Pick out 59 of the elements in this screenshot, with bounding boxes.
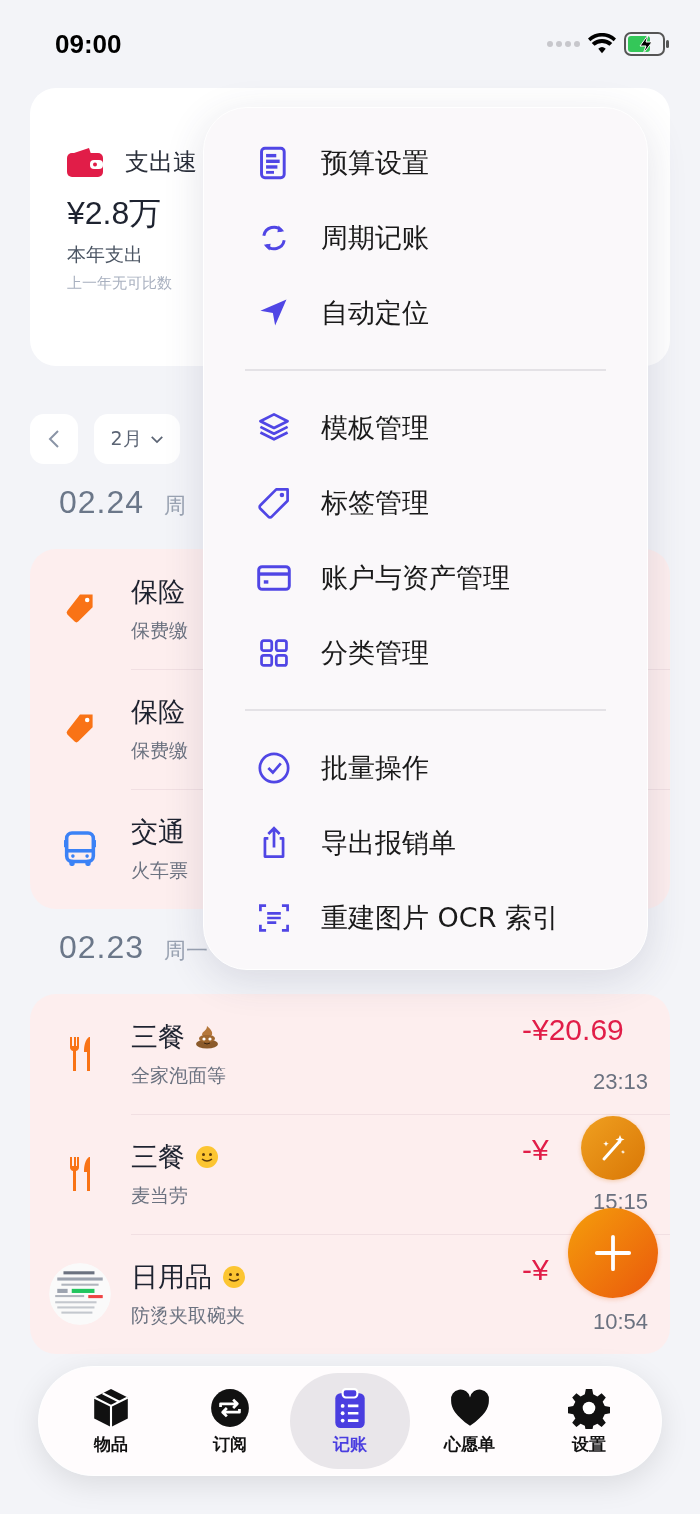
day-date: 02.24 xyxy=(59,484,145,521)
entry-time: 15:15 xyxy=(592,1189,648,1215)
tag-icon xyxy=(257,485,291,520)
caret-icon xyxy=(149,434,164,444)
tab-item[interactable]: 物品 xyxy=(51,1373,171,1469)
poo-icon xyxy=(195,1025,219,1049)
tab-item[interactable]: 记账 xyxy=(290,1373,410,1469)
summary-amount: ¥2.8万 xyxy=(67,194,163,233)
previous-button[interactable] xyxy=(30,414,78,464)
repeat-icon xyxy=(209,1386,252,1429)
entry-note: 全家泡面等 xyxy=(131,1063,227,1088)
summary-label: 本年支出 xyxy=(67,242,144,267)
wifi-icon xyxy=(588,33,616,55)
entry-note: 麦当劳 xyxy=(131,1183,189,1208)
status-time: 09:00 xyxy=(55,28,122,60)
entry-note: 保费缴 xyxy=(131,738,189,763)
menu-item[interactable]: 标签管理 xyxy=(204,465,647,540)
month-dropdown[interactable]: 2月 xyxy=(94,414,180,464)
entry-title: 日用品 xyxy=(131,1260,212,1294)
tab-item[interactable]: 订阅 xyxy=(170,1373,291,1469)
bus-icon xyxy=(63,831,96,867)
checkmark-circle-icon xyxy=(257,750,291,785)
summary-title: 支出速 xyxy=(125,147,197,178)
fork-knife-icon xyxy=(67,1156,92,1192)
menu-item[interactable]: 预算设置 xyxy=(204,125,647,200)
day-date: 02.23 xyxy=(59,929,145,966)
fork-knife-icon xyxy=(67,1036,92,1072)
entry-amount: -¥ xyxy=(522,1253,549,1287)
entry-time: 10:54 xyxy=(592,1309,648,1335)
plus-icon xyxy=(594,1234,632,1272)
entry-title: 保险 xyxy=(131,575,185,609)
menu-item[interactable]: 导出报销单 xyxy=(204,805,647,880)
smiley-icon xyxy=(195,1145,219,1169)
entry-title: 交通 xyxy=(131,815,185,849)
summary-note: 上一年无可比数 xyxy=(67,274,173,293)
entry-note: 保费缴 xyxy=(131,618,189,643)
tab-item[interactable]: 心愿单 xyxy=(409,1373,530,1469)
smiley-icon xyxy=(222,1265,246,1289)
entry-title: 保险 xyxy=(131,695,185,729)
wallet-icon xyxy=(67,147,103,177)
menu-item[interactable]: 周期记账 xyxy=(204,200,647,275)
entry-amount: -¥ xyxy=(522,1133,549,1167)
menu-item[interactable]: 模板管理 xyxy=(204,390,647,465)
settings-icon xyxy=(568,1386,611,1429)
entry-time: 23:13 xyxy=(592,1069,648,1095)
back-icon xyxy=(48,429,60,449)
menu-item[interactable]: 账户与资产管理 xyxy=(204,540,647,615)
entry-amount: -¥20.69 xyxy=(522,1013,624,1047)
tab-item[interactable]: 设置 xyxy=(529,1373,649,1469)
menu-item[interactable]: 自动定位 xyxy=(204,275,647,350)
entry-note: 防烫夹取碗夹 xyxy=(131,1303,246,1328)
day-weekday: 周 xyxy=(164,492,187,520)
menu-item[interactable]: 分类管理 xyxy=(204,615,647,690)
entry-title: 三餐 xyxy=(131,1020,185,1054)
battery-icon xyxy=(624,32,670,56)
entry-note: 火车票 xyxy=(131,858,189,883)
entry-title: 三餐 xyxy=(131,1140,185,1174)
menu-item[interactable]: 批量操作 xyxy=(204,730,647,805)
signal-icon xyxy=(546,40,580,48)
